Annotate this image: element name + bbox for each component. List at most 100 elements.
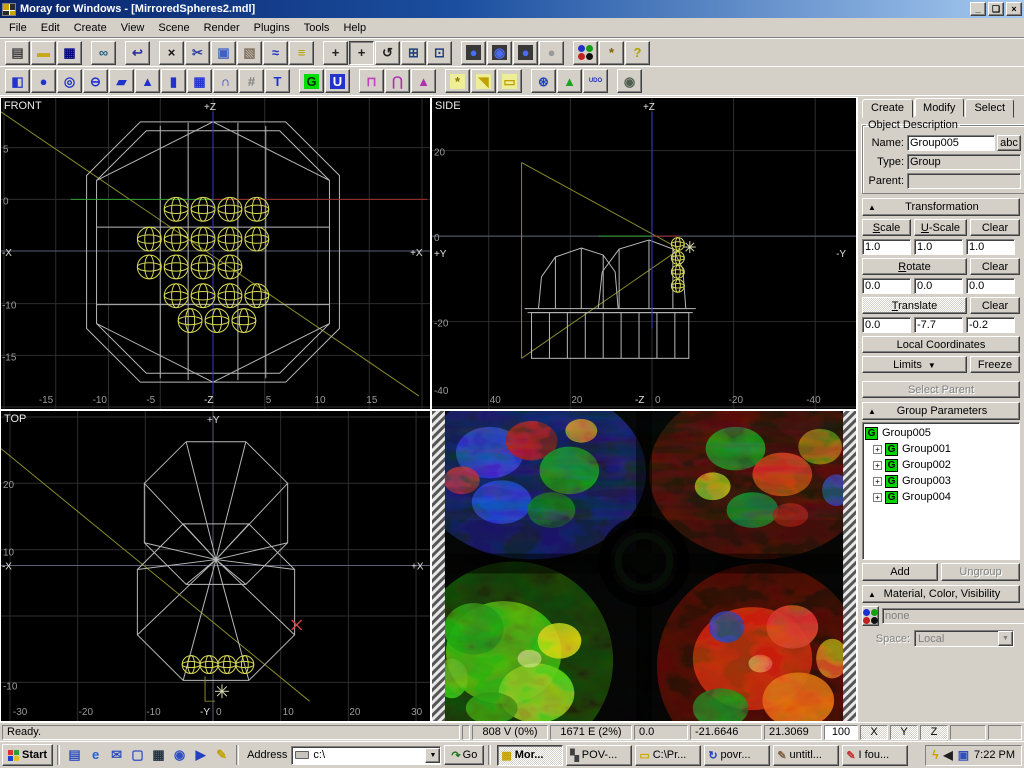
tab-create[interactable]: Create <box>862 99 913 118</box>
group-parameters-header[interactable]: ▲ Group Parameters <box>862 402 1020 420</box>
chevron-down-icon[interactable]: ▼ <box>425 748 440 763</box>
area-light-button[interactable]: ▭ <box>497 69 522 93</box>
translate-x-input[interactable] <box>862 317 911 333</box>
render-window-button[interactable]: ◉ <box>487 41 512 65</box>
menu-tools[interactable]: Tools <box>297 20 337 36</box>
translate-z-input[interactable] <box>966 317 1015 333</box>
pan-mode-button[interactable]: + <box>349 41 374 65</box>
axis-y-toggle[interactable]: Y <box>890 725 918 740</box>
csg-difference-button[interactable]: ⊓ <box>359 69 384 93</box>
limits-button[interactable]: Limits▼ <box>862 356 967 373</box>
create-box-button[interactable]: ◧ <box>5 69 30 93</box>
plugin-settings-button[interactable]: * <box>599 41 624 65</box>
freeze-button[interactable]: Freeze <box>970 356 1020 373</box>
translate-y-input[interactable] <box>914 317 963 333</box>
csg-merge-button[interactable]: ▲ <box>411 69 436 93</box>
create-cone-button[interactable]: ▲ <box>135 69 160 93</box>
task-povray-button[interactable]: ▚POV-... <box>566 745 632 766</box>
abc-button[interactable]: abc <box>997 135 1021 151</box>
menu-plugins[interactable]: Plugins <box>247 20 297 36</box>
expand-icon[interactable]: + <box>873 445 882 454</box>
start-button[interactable]: Start <box>2 744 53 766</box>
ungroup-button[interactable]: Ungroup <box>941 563 1020 581</box>
close-button[interactable]: × <box>1006 2 1022 16</box>
tree-item-group004[interactable]: +GGroup004 <box>873 489 1017 505</box>
menu-render[interactable]: Render <box>197 20 247 36</box>
task-explorer-button[interactable]: ▭C:\Pr... <box>635 745 701 766</box>
side-viewport[interactable]: SIDE +Z 20 0 -20 -40 +Y 40 20 0 -20 -40 … <box>431 97 857 410</box>
uscale-button[interactable]: U-Scale <box>914 219 967 236</box>
media-tv-button[interactable]: ▢ <box>127 745 148 766</box>
task-moray-button[interactable]: ▦Mor... <box>497 745 563 766</box>
expand-icon[interactable]: + <box>873 461 882 470</box>
create-text-button[interactable]: T <box>265 69 290 93</box>
render-preview-viewport[interactable] <box>431 410 857 722</box>
volume-icon[interactable]: ◀ <box>943 748 952 762</box>
create-mesh-button[interactable]: # <box>239 69 264 93</box>
render-resume-button[interactable]: ● <box>513 41 538 65</box>
material-browse-button[interactable] <box>862 606 879 626</box>
csg-union-button[interactable]: U <box>325 69 350 93</box>
media-player-button[interactable]: ▦ <box>148 745 169 766</box>
show-desktop-button[interactable]: ▤ <box>64 745 85 766</box>
network-icon[interactable]: ▣ <box>958 748 969 762</box>
tab-select[interactable]: Select <box>965 99 1014 118</box>
create-plane-button[interactable]: ▰ <box>109 69 134 93</box>
plugin-object-button[interactable]: ⊛ <box>531 69 556 93</box>
create-camera-button[interactable]: ◉ <box>617 69 642 93</box>
tree-item-root[interactable]: G Group005 <box>865 425 1017 441</box>
align-button[interactable]: ≡ <box>289 41 314 65</box>
copy-button[interactable]: ▣ <box>211 41 236 65</box>
plugin-shapes-button[interactable]: ▲ <box>557 69 582 93</box>
zoom-region-button[interactable]: ⊞ <box>401 41 426 65</box>
create-udo-button[interactable]: UDO <box>583 69 608 93</box>
outlook-button[interactable]: ✉ <box>106 745 127 766</box>
select-parent-button[interactable]: Select Parent <box>862 381 1020 398</box>
spot-light-button[interactable]: ◥ <box>471 69 496 93</box>
go-button[interactable]: ↷ Go <box>444 745 484 765</box>
scale-y-input[interactable] <box>914 239 963 255</box>
create-group-button[interactable]: G <box>299 69 324 93</box>
add-button[interactable]: Add <box>862 563 938 581</box>
paste-button[interactable]: ▧ <box>237 41 262 65</box>
render-stop-button[interactable]: ● <box>539 41 564 65</box>
minimize-button[interactable]: _ <box>970 2 986 16</box>
axis-z-toggle[interactable]: Z <box>920 725 948 740</box>
tree-item-group002[interactable]: +GGroup002 <box>873 457 1017 473</box>
paint-tool-button[interactable]: ✎ <box>211 745 232 766</box>
translate-button[interactable]: Translate <box>862 297 967 314</box>
translate-mode-button[interactable]: + <box>323 41 348 65</box>
tree-item-group001[interactable]: +GGroup001 <box>873 441 1017 457</box>
create-sphere-button[interactable]: ● <box>31 69 56 93</box>
restore-button[interactable]: ❏ <box>988 2 1004 16</box>
clear-translate-button[interactable]: Clear <box>970 297 1020 314</box>
create-heightfield-button[interactable]: ▦ <box>187 69 212 93</box>
expand-icon[interactable]: + <box>873 493 882 502</box>
rotate-mode-button[interactable]: ↺ <box>375 41 400 65</box>
render-preview-button[interactable]: ∞ <box>91 41 116 65</box>
expand-icon[interactable]: + <box>873 477 882 486</box>
create-sor-button[interactable]: ∩ <box>213 69 238 93</box>
clear-scale-button[interactable]: Clear <box>970 219 1020 236</box>
menu-edit[interactable]: Edit <box>34 20 67 36</box>
create-cylinder-button[interactable]: ▮ <box>161 69 186 93</box>
status-zoom[interactable]: 100 <box>824 725 858 740</box>
material-header[interactable]: ▲ Material, Color, Visibility <box>862 585 1020 603</box>
csg-intersection-button[interactable]: ⋂ <box>385 69 410 93</box>
rotate-button[interactable]: Rotate <box>862 258 967 275</box>
task-notepad-button[interactable]: ✎I fou... <box>842 745 908 766</box>
clear-rotate-button[interactable]: Clear <box>970 258 1020 275</box>
rotate-y-input[interactable] <box>914 278 963 294</box>
menu-help[interactable]: Help <box>336 20 373 36</box>
sweep-button[interactable]: ≈ <box>263 41 288 65</box>
rotate-z-input[interactable] <box>966 278 1015 294</box>
point-light-button[interactable]: * <box>445 69 470 93</box>
transformation-header[interactable]: ▲ Transformation <box>862 198 1020 216</box>
local-coordinates-button[interactable]: Local Coordinates <box>862 336 1020 353</box>
tab-modify[interactable]: Modify <box>914 98 964 117</box>
tree-item-group003[interactable]: +GGroup003 <box>873 473 1017 489</box>
task-povray-render-button[interactable]: ↻povr... <box>704 745 770 766</box>
front-viewport[interactable]: FRONT +Z 5 0 -X -10 -15 -15 -10 -5 -Z 5 … <box>0 97 431 410</box>
zoom-extents-button[interactable]: ⊡ <box>427 41 452 65</box>
menu-scene[interactable]: Scene <box>151 20 196 36</box>
